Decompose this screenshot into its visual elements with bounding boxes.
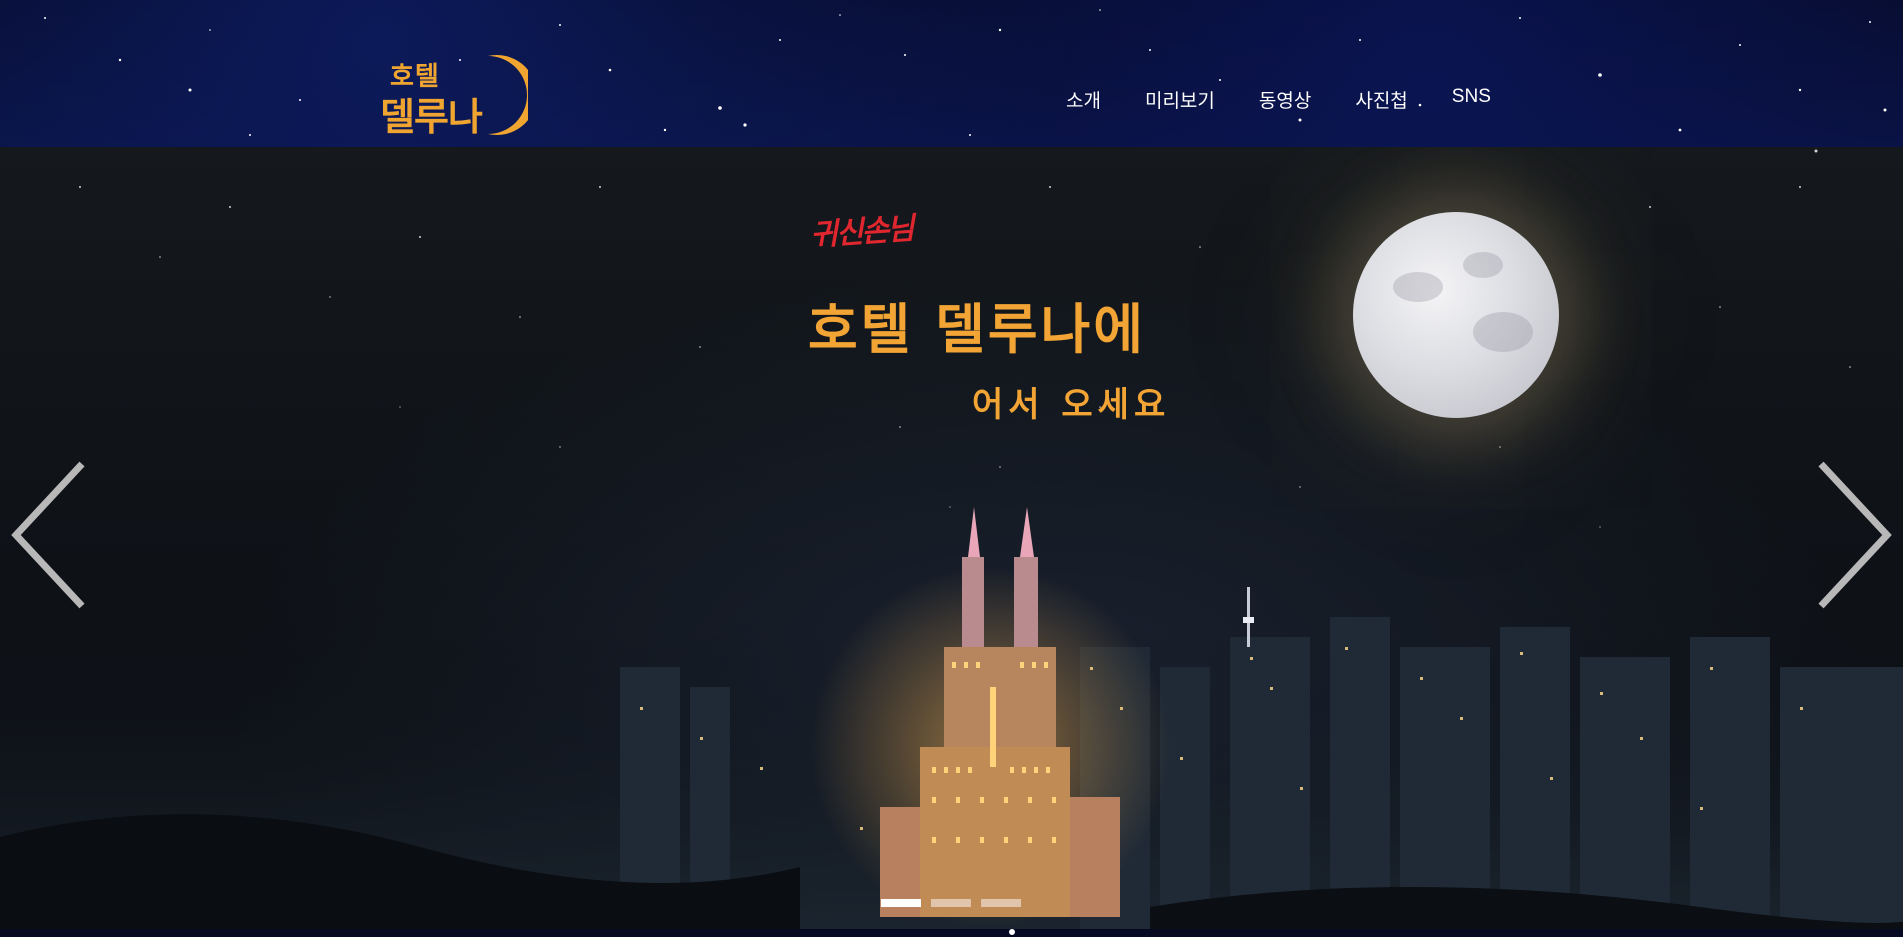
carousel-next-button[interactable] xyxy=(1815,460,1895,610)
nav-item-sns[interactable]: SNS xyxy=(1452,86,1491,113)
nav-item-video[interactable]: 동영상 xyxy=(1259,86,1311,113)
site-header: 호텔 델루나 소개 미리보기 동영상 사진첩 SNS xyxy=(0,0,1903,147)
carousel-indicator-2[interactable] xyxy=(931,899,971,907)
hero-carousel: 귀신손님 호텔 델루나에 어서 오세요 xyxy=(0,147,1903,929)
hero-tagline-small: 귀신손님 xyxy=(809,211,914,254)
carousel-indicator-1[interactable] xyxy=(881,899,921,907)
nav-item-intro[interactable]: 소개 xyxy=(1066,86,1101,113)
carousel-indicators xyxy=(881,899,1021,907)
hero-headline: 호텔 델루나에 xyxy=(808,298,1146,361)
nav-item-preview[interactable]: 미리보기 xyxy=(1145,86,1215,113)
full-moon-image xyxy=(1353,212,1559,418)
carousel-prev-button[interactable] xyxy=(8,460,88,610)
scroll-indicator-dot xyxy=(1009,929,1015,935)
night-sky-background xyxy=(0,149,1903,929)
chevron-left-icon xyxy=(11,461,85,609)
starfield-background xyxy=(44,9,1887,136)
nav-item-photos[interactable]: 사진첩 xyxy=(1355,86,1407,113)
logo-text-line2: 델루나 xyxy=(380,95,483,139)
hotel-del-luna-logo[interactable]: 호텔 델루나 xyxy=(380,52,530,144)
main-nav: 소개 미리보기 동영상 사진첩 SNS xyxy=(1066,86,1491,113)
carousel-indicator-3[interactable] xyxy=(981,899,1021,907)
bottom-strip xyxy=(0,929,1903,937)
chevron-right-icon xyxy=(1818,461,1892,609)
hero-subline: 어서 오세요 xyxy=(972,385,1171,425)
page: 호텔 델루나 소개 미리보기 동영상 사진첩 SNS 귀신손님 호텔 델루나에 … xyxy=(0,0,1903,937)
